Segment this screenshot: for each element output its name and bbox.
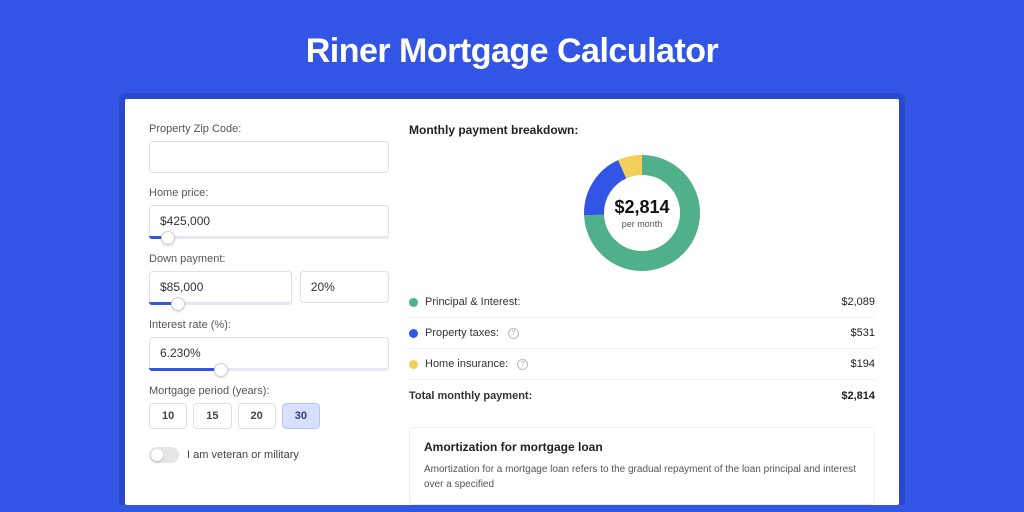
zip-field: Property Zip Code: xyxy=(149,123,389,173)
zip-label: Property Zip Code: xyxy=(149,123,389,135)
breakdown-panel: Monthly payment breakdown: $2,814 per mo… xyxy=(409,123,875,505)
home-price-slider[interactable] xyxy=(149,236,389,239)
amortization-title: Amortization for mortgage loan xyxy=(424,440,860,454)
period-field: Mortgage period (years): 10 15 20 30 xyxy=(149,385,389,429)
legend-value: $531 xyxy=(851,327,875,339)
period-label: Mortgage period (years): xyxy=(149,385,389,397)
legend-value: $194 xyxy=(851,358,875,370)
total-value: $2,814 xyxy=(841,390,875,402)
legend-row-taxes: Property taxes: ? $531 xyxy=(409,318,875,349)
veteran-row: I am veteran or military xyxy=(149,447,389,463)
total-label: Total monthly payment: xyxy=(409,390,532,402)
down-payment-input[interactable] xyxy=(149,271,292,303)
interest-slider[interactable] xyxy=(149,368,389,371)
down-payment-pct-input[interactable] xyxy=(300,271,389,303)
slider-thumb[interactable] xyxy=(214,363,228,377)
legend-label: Home insurance: xyxy=(425,358,508,370)
home-price-label: Home price: xyxy=(149,187,389,199)
breakdown-title: Monthly payment breakdown: xyxy=(409,123,875,137)
veteran-toggle[interactable] xyxy=(149,447,179,463)
down-payment-slider[interactable] xyxy=(149,302,292,305)
card-shadow: Property Zip Code: Home price: Down paym… xyxy=(119,93,905,505)
period-btn-10[interactable]: 10 xyxy=(149,403,187,429)
page-title: Riner Mortgage Calculator xyxy=(0,0,1024,93)
legend-value: $2,089 xyxy=(841,296,875,308)
legend-row-insurance: Home insurance: ? $194 xyxy=(409,349,875,380)
donut-amount: $2,814 xyxy=(614,197,669,218)
home-price-input[interactable] xyxy=(149,205,389,237)
legend-label: Principal & Interest: xyxy=(425,296,520,308)
zip-input[interactable] xyxy=(149,141,389,173)
legend-row-total: Total monthly payment: $2,814 xyxy=(409,380,875,411)
donut-wrap: $2,814 per month xyxy=(409,147,875,287)
legend-label: Property taxes: xyxy=(425,327,499,339)
dot-icon xyxy=(409,298,418,307)
slider-thumb[interactable] xyxy=(161,231,175,245)
amortization-box: Amortization for mortgage loan Amortizat… xyxy=(409,427,875,505)
donut-chart: $2,814 per month xyxy=(582,153,702,273)
interest-field: Interest rate (%): xyxy=(149,319,389,371)
legend-row-principal: Principal & Interest: $2,089 xyxy=(409,287,875,318)
slider-thumb[interactable] xyxy=(171,297,185,311)
period-btn-15[interactable]: 15 xyxy=(193,403,231,429)
dot-icon xyxy=(409,360,418,369)
donut-sub: per month xyxy=(622,219,663,229)
info-icon[interactable]: ? xyxy=(508,328,519,339)
info-icon[interactable]: ? xyxy=(517,359,528,370)
period-buttons: 10 15 20 30 xyxy=(149,403,389,429)
veteran-label: I am veteran or military xyxy=(187,449,299,461)
down-payment-field: Down payment: xyxy=(149,253,389,305)
period-btn-20[interactable]: 20 xyxy=(238,403,276,429)
dot-icon xyxy=(409,329,418,338)
period-btn-30[interactable]: 30 xyxy=(282,403,320,429)
interest-label: Interest rate (%): xyxy=(149,319,389,331)
down-payment-label: Down payment: xyxy=(149,253,389,265)
amortization-text: Amortization for a mortgage loan refers … xyxy=(424,462,860,492)
home-price-field: Home price: xyxy=(149,187,389,239)
interest-input[interactable] xyxy=(149,337,389,369)
calculator-card: Property Zip Code: Home price: Down paym… xyxy=(125,99,899,505)
form-panel: Property Zip Code: Home price: Down paym… xyxy=(149,123,389,505)
